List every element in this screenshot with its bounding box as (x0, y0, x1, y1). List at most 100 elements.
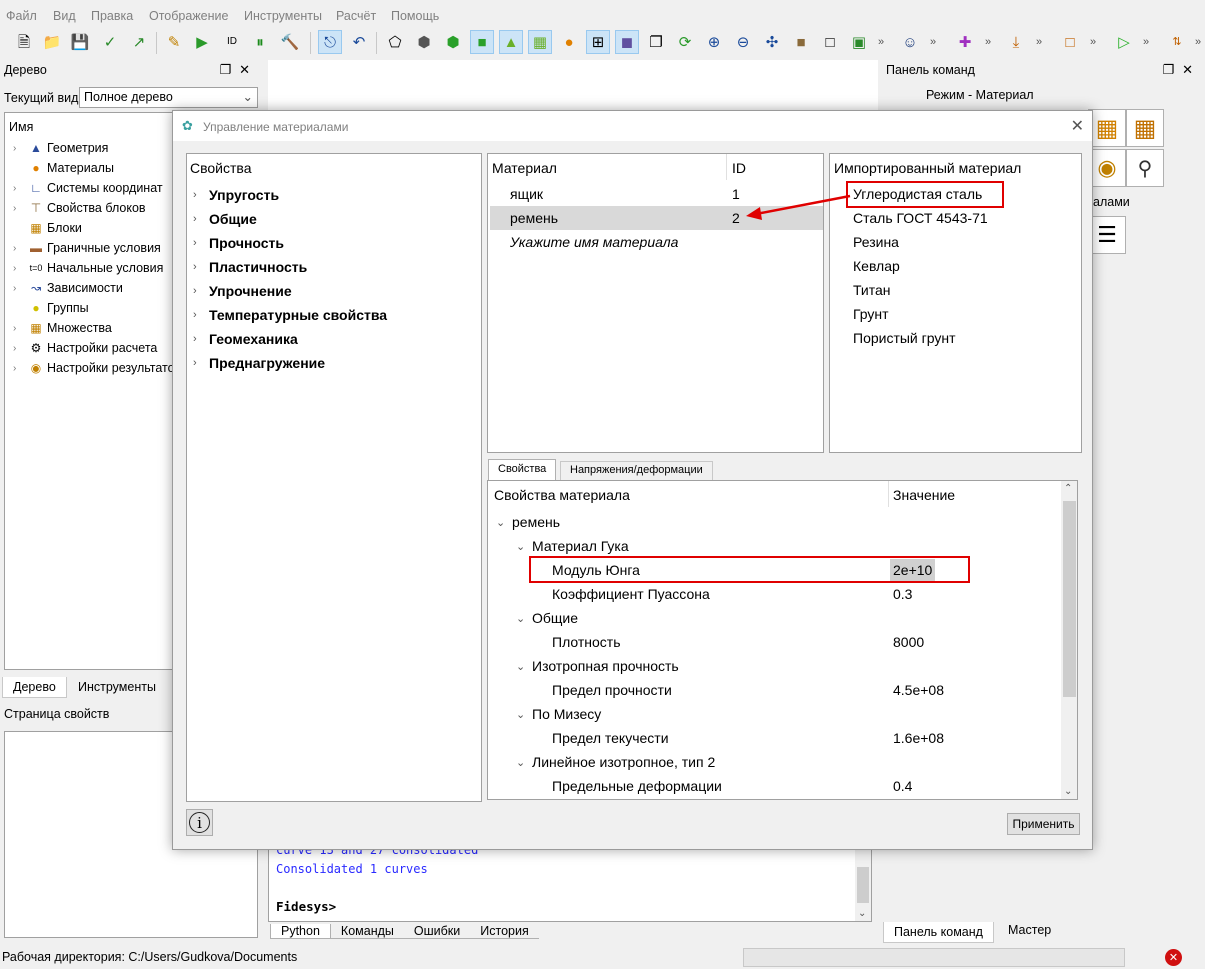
scroll-thumb[interactable] (1063, 501, 1076, 697)
property-group-hardening[interactable]: › Упрочнение (193, 279, 292, 303)
property-row[interactable]: ⌄ Линейное изотропное, тип 2 (488, 751, 1058, 775)
menu-view[interactable]: Вид (53, 9, 76, 23)
tab-wizard[interactable]: Мастер (998, 920, 1061, 940)
property-row[interactable]: Предельные деформации 0.4 (488, 775, 1058, 799)
ruler-icon[interactable]: □ (818, 30, 842, 54)
wireframe-icon[interactable]: ⬠ (383, 30, 407, 54)
tab-tools[interactable]: Инструменты (68, 677, 166, 697)
material-grid-icon[interactable]: ▦ (1126, 109, 1164, 147)
list-icon[interactable]: ☰ (1088, 216, 1126, 254)
property-row[interactable]: ⌄ Общие (488, 607, 1058, 631)
menu-calc[interactable]: Расчёт (336, 9, 376, 23)
open-folder-icon[interactable]: 📁 (40, 30, 64, 54)
material-search-icon[interactable]: ⚲ (1126, 149, 1164, 187)
shapes-icon[interactable]: ▲ (499, 30, 523, 54)
tab-command-panel[interactable]: Панель команд (883, 922, 994, 943)
tree-item-initial-conditions[interactable]: › t=0 Начальные условия (13, 258, 163, 278)
window-icon[interactable]: ❐ (644, 30, 668, 54)
mesh-icon[interactable]: ▦ (528, 30, 552, 54)
tree-item-boundary-conditions[interactable]: › ▬ Граничные условия (13, 238, 161, 258)
tab-commands[interactable]: Команды (330, 924, 404, 939)
property-group-general[interactable]: › Общие (193, 207, 257, 231)
tab-errors[interactable]: Ошибки (403, 924, 471, 939)
menu-tools[interactable]: Инструменты (244, 9, 322, 23)
property-group-plasticity[interactable]: › Пластичность (193, 255, 307, 279)
close-icon[interactable]: ✕ (1071, 116, 1084, 136)
imported-material-item[interactable]: Сталь ГОСТ 4543-71 (853, 210, 988, 226)
cube-icon[interactable]: ▣ (847, 30, 871, 54)
console-scrollbar[interactable]: ⌄ (855, 841, 871, 921)
block-icon[interactable]: ■ (789, 30, 813, 54)
load-icon[interactable]: ⤓ (1004, 30, 1028, 54)
import-icon[interactable]: ✓ (98, 30, 122, 54)
select-mode-icon[interactable]: ⎋ (318, 30, 342, 54)
tree-item-result-settings[interactable]: › ◉ Настройки результатов (13, 358, 181, 378)
error-icon[interactable]: ✕ (1165, 949, 1182, 966)
hidden-line-icon[interactable]: ⬢ (412, 30, 436, 54)
pause-icon[interactable]: ⏸ (248, 30, 272, 54)
fit-view-icon[interactable]: ✣ (760, 30, 784, 54)
scroll-thumb[interactable] (857, 867, 869, 903)
chevron-down-icon[interactable]: ⌄ (516, 708, 525, 721)
solid-icon[interactable]: ■ (470, 30, 494, 54)
tree-item-geometry[interactable]: › ▲ Геометрия (13, 138, 108, 158)
imported-material-item[interactable]: Грунт (853, 306, 889, 322)
property-value[interactable]: 1.6e+08 (890, 727, 947, 751)
hammer-icon[interactable]: 🔨 (278, 30, 302, 54)
property-row[interactable]: ⌄ Изотропная прочность (488, 655, 1058, 679)
imported-material-item[interactable]: Пористый грунт (853, 330, 956, 346)
property-group-preload[interactable]: › Преднагружение (193, 351, 325, 375)
info-button[interactable]: i (186, 809, 213, 836)
run-script-icon[interactable]: ▶ (190, 30, 214, 54)
tree-item-dependencies[interactable]: › ↝ Зависимости (13, 278, 123, 298)
material-cube-icon[interactable]: ▦ (1088, 109, 1126, 147)
tree-item-coord-systems[interactable]: › ∟ Системы координат (13, 178, 163, 198)
pane-controls[interactable]: ❐✕ (219, 62, 258, 78)
journal-icon[interactable]: ✎ (162, 30, 186, 54)
bounds-icon[interactable]: □ (1058, 30, 1082, 54)
tree-item-calc-settings[interactable]: › ⚙ Настройки расчета (13, 338, 157, 358)
property-row[interactable]: Предел текучести 1.6e+08 (488, 727, 1058, 751)
export-icon[interactable]: ↗ (127, 30, 151, 54)
material-view-icon[interactable]: ● (557, 30, 581, 54)
box-view-icon[interactable]: ◼ (615, 30, 639, 54)
play-icon[interactable]: ▷ (1112, 30, 1136, 54)
tab-tree[interactable]: Дерево (2, 677, 67, 698)
property-row[interactable]: Предел прочности 4.5e+08 (488, 679, 1058, 703)
property-row[interactable]: Плотность 8000 (488, 631, 1058, 655)
property-group-elasticity[interactable]: › Упругость (193, 183, 279, 207)
tab-stress-strain[interactable]: Напряжения/деформации (560, 461, 713, 480)
tab-python[interactable]: Python (270, 924, 331, 939)
axes-icon[interactable]: ⊞ (586, 30, 610, 54)
axis-z-icon[interactable]: ⇅ (1165, 30, 1189, 54)
id-icon[interactable]: ID (220, 30, 244, 54)
apply-button[interactable]: Применить (1007, 813, 1080, 835)
zoom-out-icon[interactable]: ⊖ (731, 30, 755, 54)
console-output[interactable]: curve 13 and 27 consolidated Consolidate… (268, 840, 872, 922)
graphics-viewport[interactable] (268, 60, 878, 110)
menu-file[interactable]: Файл (6, 9, 37, 23)
new-file-icon[interactable]: 🗎 (12, 30, 36, 54)
table-scrollbar[interactable]: ⌃ ⌄ (1061, 481, 1077, 799)
current-view-select[interactable]: Полное дерево ⌄ (79, 87, 258, 108)
property-row[interactable]: ⌄ По Мизесу (488, 703, 1058, 727)
new-material-placeholder[interactable]: Укажите имя материала (510, 234, 678, 250)
material-wave-icon[interactable]: ◉ (1088, 149, 1126, 187)
pane-controls[interactable]: ❐✕ (1162, 62, 1201, 78)
property-value[interactable]: 0.3 (890, 583, 915, 607)
undo-icon[interactable]: ↶ (347, 30, 371, 54)
tab-properties[interactable]: Свойства (488, 459, 557, 480)
imported-material-item[interactable]: Резина (853, 234, 899, 250)
property-value[interactable]: 0.4 (890, 775, 915, 799)
chevron-down-icon[interactable]: ⌄ (496, 516, 505, 529)
shaded-icon[interactable]: ⬢ (441, 30, 465, 54)
menu-help[interactable]: Помощь (391, 9, 439, 23)
menu-display[interactable]: Отображение (149, 9, 228, 23)
chevron-down-icon[interactable]: ⌄ (516, 540, 525, 553)
tree-item-materials[interactable]: ● Материалы (13, 158, 114, 178)
tree-item-block-properties[interactable]: › ⊤ Свойства блоков (13, 198, 146, 218)
property-row[interactable]: ⌄ ремень (488, 511, 1058, 535)
chevron-down-icon[interactable]: ⌄ (516, 660, 525, 673)
property-value[interactable]: 8000 (890, 631, 927, 655)
crosshair-icon[interactable]: ✚ (953, 30, 977, 54)
